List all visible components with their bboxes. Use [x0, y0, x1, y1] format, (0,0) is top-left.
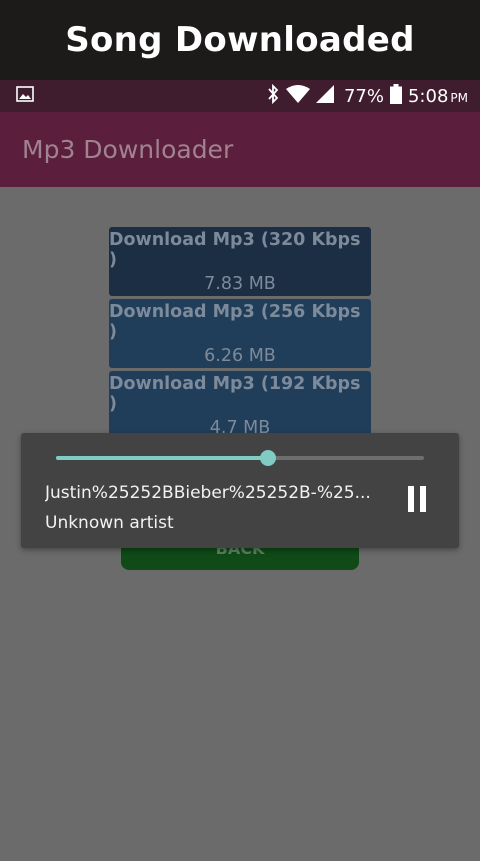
download-label: Download Mp3 (320 Kbps ) [109, 229, 361, 270]
download-label: Download Mp3 (256 Kbps ) [109, 301, 361, 342]
download-256kbps-button[interactable]: Download Mp3 (256 Kbps ) 6.26 MB [109, 299, 371, 368]
battery-icon [389, 83, 402, 109]
seek-bar[interactable] [56, 450, 424, 466]
battery-percent: 77% [343, 85, 384, 107]
status-bar: 77% 5:08 PM [0, 80, 480, 112]
wifi-icon [285, 84, 310, 108]
pause-bar-left [408, 486, 414, 512]
download-192kbps-button[interactable]: Download Mp3 (192 Kbps ) 4.7 MB [109, 371, 371, 440]
caption-text: Song Downloaded [65, 20, 415, 60]
track-artist: Unknown artist [45, 513, 174, 533]
download-320kbps-button[interactable]: Download Mp3 (320 Kbps ) 7.83 MB [109, 227, 371, 296]
app-bar: Mp3 Downloader [0, 112, 480, 187]
clock: 5:08 PM [408, 86, 468, 107]
download-size: 6.26 MB [204, 345, 276, 366]
status-right: 77% 5:08 PM [266, 83, 468, 109]
download-size: 7.83 MB [204, 273, 276, 294]
app-title: Mp3 Downloader [22, 135, 234, 164]
screenshot-caption-banner: Song Downloaded [0, 0, 480, 80]
media-player-popup: Justin%25252BBieber%25252B-%25... Unknow… [21, 433, 459, 548]
image-icon [16, 85, 34, 107]
signal-icon [315, 84, 334, 108]
pause-bar-right [420, 486, 426, 512]
status-left [16, 85, 266, 107]
download-label: Download Mp3 (192 Kbps ) [109, 373, 361, 414]
clock-ampm: PM [450, 90, 468, 105]
seek-progress [56, 456, 268, 460]
bluetooth-icon [266, 83, 280, 109]
seek-thumb[interactable] [259, 450, 276, 466]
track-title: Justin%25252BBieber%25252B-%25... [45, 483, 371, 503]
pause-icon[interactable] [401, 483, 433, 515]
clock-time: 5:08 [407, 85, 449, 107]
